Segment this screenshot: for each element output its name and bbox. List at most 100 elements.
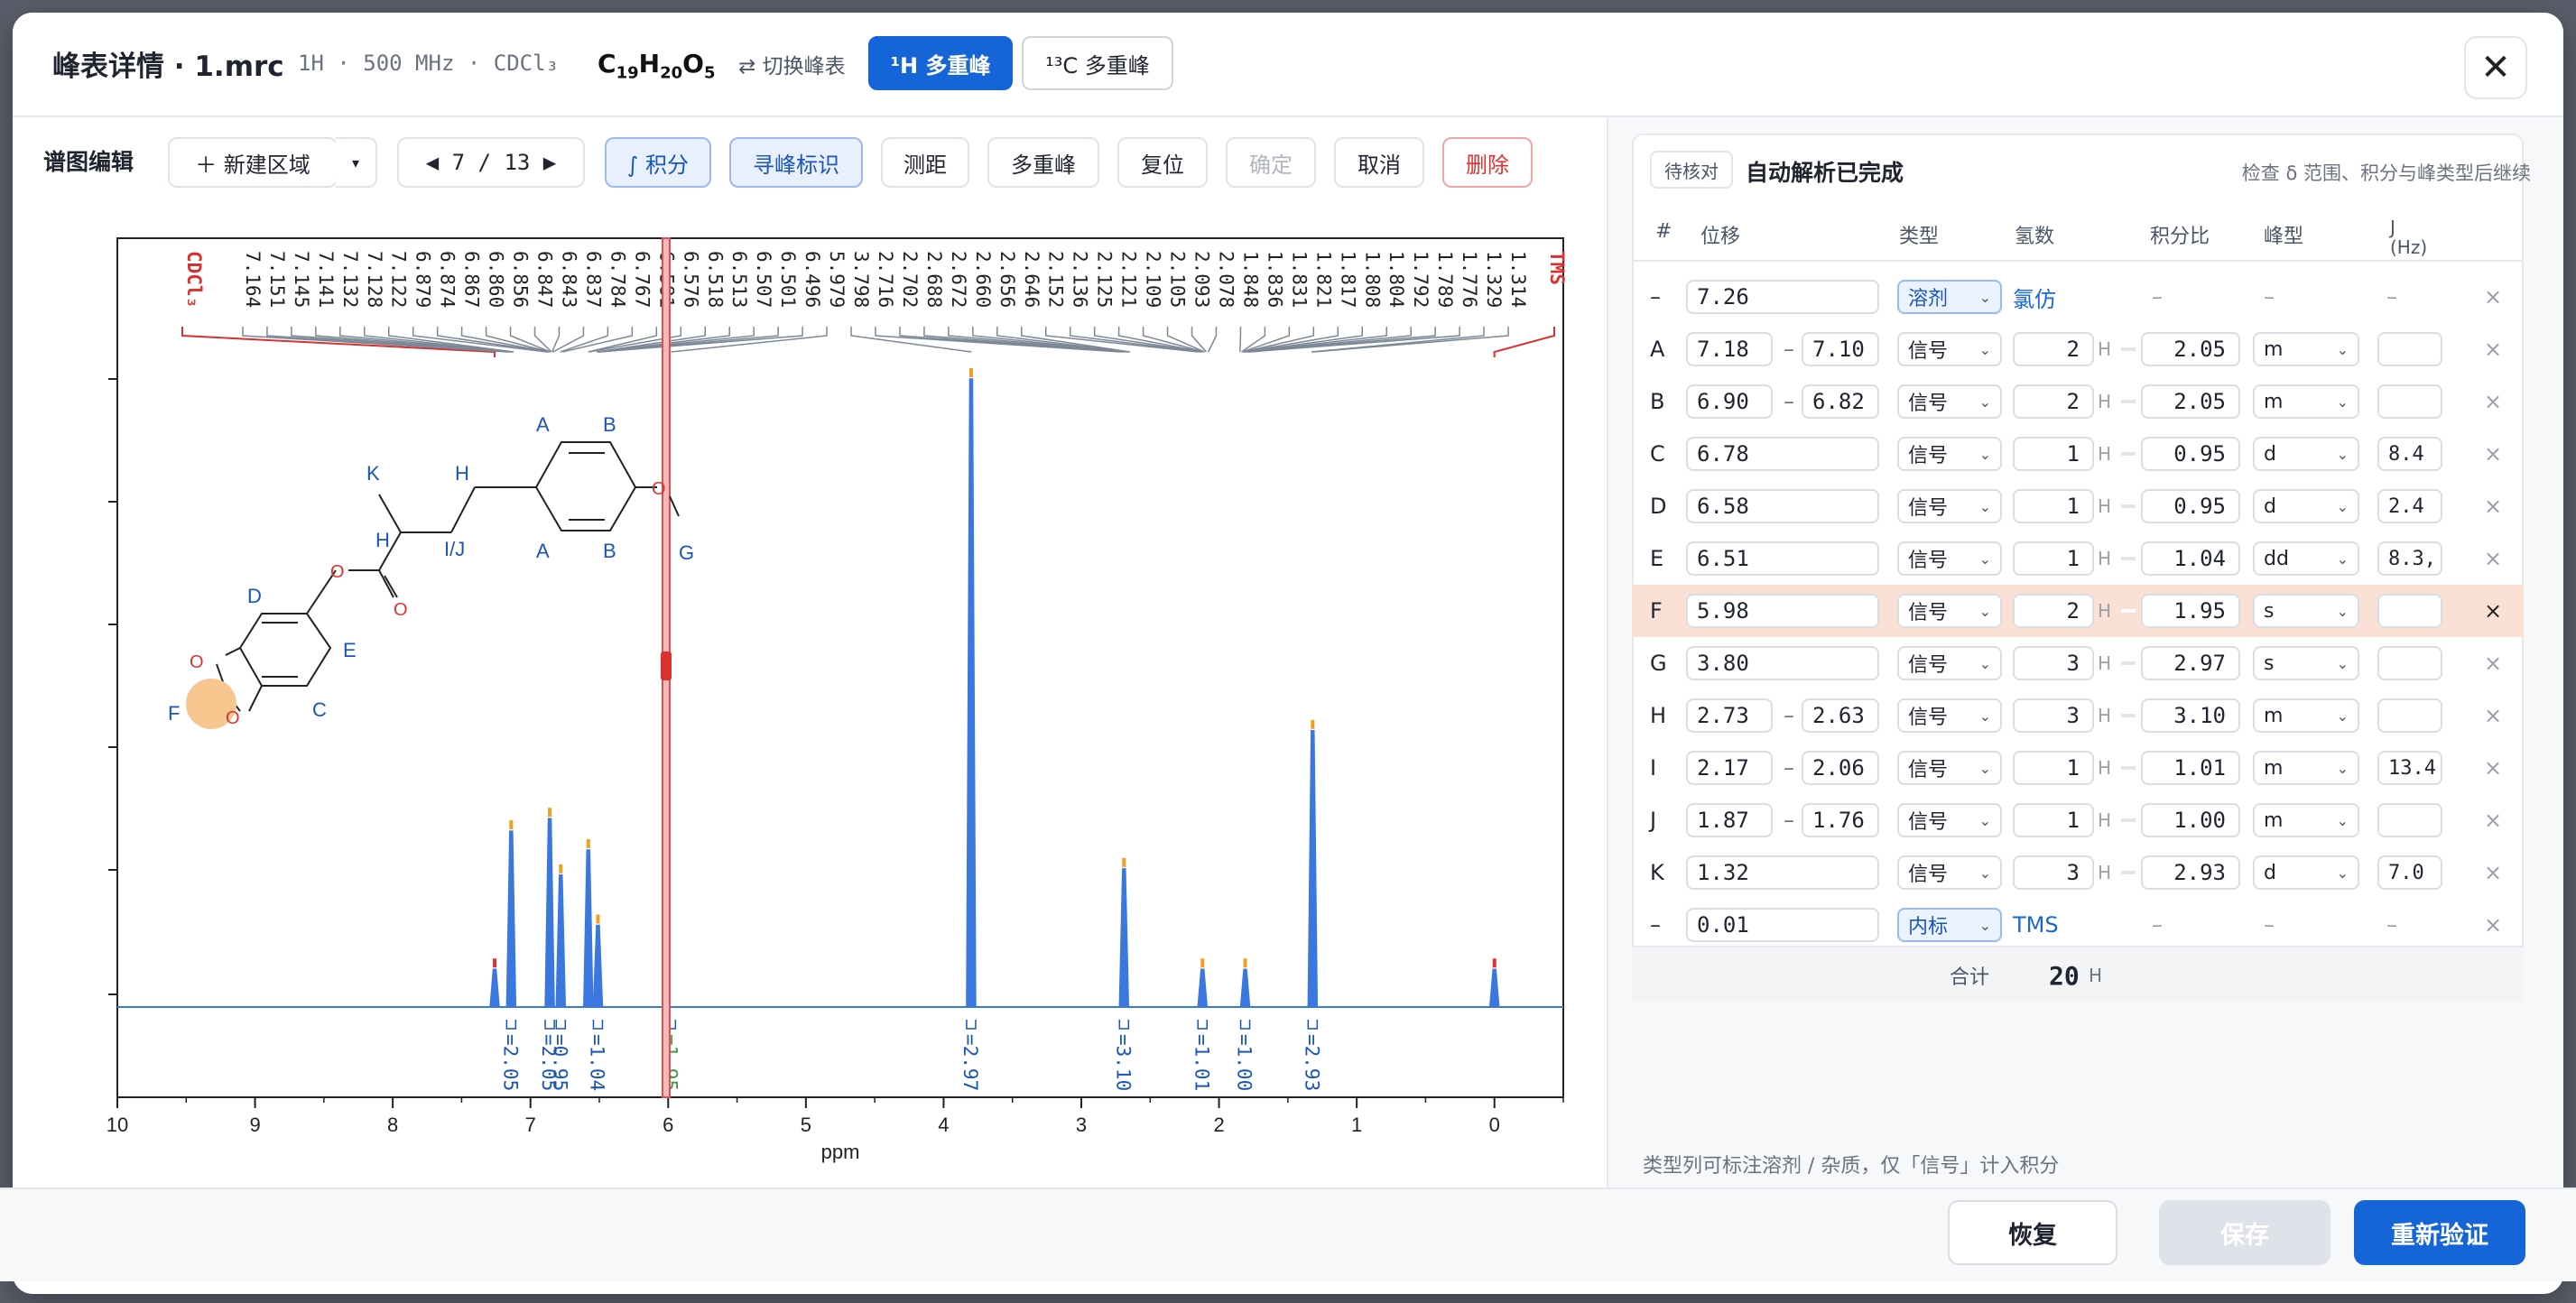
shift-start-input[interactable]: 6.90 [1686,384,1773,419]
shift-end-input[interactable]: 6.82 [1802,384,1879,419]
multiplicity-select[interactable]: s ⌄ [2253,646,2359,680]
remove-row-icon[interactable]: × [2484,899,2502,951]
shift-input[interactable]: 7.26 [1686,280,1879,314]
link-toggle[interactable] [2121,661,2136,665]
j-input[interactable] [2377,594,2442,628]
type-select[interactable]: 溶剂 ⌄ [1897,280,2002,314]
link-toggle[interactable] [2121,347,2136,351]
link-toggle[interactable] [2121,557,2136,560]
multiplicity-select[interactable]: d ⌄ [2253,855,2359,890]
ratio-input[interactable]: 2.05 [2141,384,2240,419]
shift-end-input[interactable]: 2.63 [1802,698,1879,733]
link-toggle[interactable] [2121,871,2136,874]
shift-input[interactable]: 6.51 [1686,541,1879,576]
nmr-spectrum-plot[interactable]: CDCl₃ TMS 7.164 7.151 7.145 7.141 7.132 7.128 7.… [81,226,1598,1182]
j-input[interactable]: 13.4 [2377,751,2442,785]
remove-row-icon[interactable]: × [2484,585,2502,637]
restore-button[interactable]: 恢复 [1948,1200,2117,1265]
remove-row-icon[interactable]: × [2484,637,2502,689]
reset-button[interactable]: 复位 [1117,137,1208,188]
remove-row-icon[interactable]: × [2484,532,2502,585]
table-row[interactable]: –0.01 内标 ⌄ TMS – – – × [1632,899,2524,951]
measure-button[interactable]: 测距 [881,137,969,188]
remove-row-icon[interactable]: × [2484,375,2502,428]
shift-start-input[interactable]: 2.17 [1686,751,1773,785]
revalidate-button[interactable]: 重新验证 [2354,1200,2525,1265]
ratio-input[interactable]: 1.04 [2141,541,2240,576]
shift-input[interactable]: 5.98 [1686,594,1879,628]
chevron-down-icon[interactable]: ▾ [336,137,377,188]
confirm-button[interactable]: 确定 [1226,137,1316,188]
ratio-input[interactable]: 1.01 [2141,751,2240,785]
j-input[interactable] [2377,384,2442,419]
remove-row-icon[interactable]: × [2484,846,2502,899]
table-row[interactable]: –7.26 溶剂 ⌄ 氯仿 – – – × [1632,271,2524,323]
type-select[interactable]: 信号 ⌄ [1897,437,2002,471]
multiplicity-select[interactable]: dd ⌄ [2253,541,2359,576]
cancel-button[interactable]: 取消 [1334,137,1424,188]
link-toggle[interactable] [2121,452,2136,456]
link-toggle[interactable] [2121,609,2136,613]
link-toggle[interactable] [2121,818,2136,822]
close-icon[interactable]: ✕ [2464,36,2527,99]
table-row[interactable]: B 6.90–6.82 信号 ⌄ 2 H 2.05 m ⌄ × [1632,375,2524,428]
link-toggle[interactable] [2121,714,2136,717]
link-toggle[interactable] [2121,766,2136,770]
type-select[interactable]: 信号 ⌄ [1897,751,2002,785]
multiplicity-select[interactable]: d ⌄ [2253,437,2359,471]
shift-input[interactable]: 0.01 [1686,908,1879,942]
h-count-input[interactable]: 2 [2013,594,2094,628]
remove-row-icon[interactable]: × [2484,323,2502,375]
table-row[interactable]: F 5.98 信号 ⌄ 2 H 1.95 s ⌄ × [1632,585,2524,637]
multiplicity-select[interactable]: m ⌄ [2253,332,2359,366]
integrate-button[interactable]: ∫ 积分 [605,137,711,188]
j-input[interactable]: 2.4 [2377,489,2442,523]
table-row[interactable]: D 6.58 信号 ⌄ 1 H 0.95 d ⌄ 2.4 × [1632,480,2524,532]
j-input[interactable]: 7.0 [2377,855,2442,890]
ratio-input[interactable]: 2.05 [2141,332,2240,366]
tab-h-multiplet[interactable]: ¹H 多重峰 [868,36,1013,90]
ratio-input[interactable]: 0.95 [2141,437,2240,471]
multiplicity-select[interactable]: m ⌄ [2253,698,2359,733]
ratio-input[interactable]: 1.00 [2141,803,2240,837]
shift-input[interactable]: 6.58 [1686,489,1879,523]
multiplicity-select[interactable]: m ⌄ [2253,751,2359,785]
delete-button[interactable]: 删除 [1442,137,1533,188]
table-row[interactable]: J 1.87–1.76 信号 ⌄ 1 H 1.00 m ⌄ × [1632,794,2524,846]
h-count-input[interactable]: 1 [2013,541,2094,576]
table-row[interactable]: A 7.18–7.10 信号 ⌄ 2 H 2.05 m ⌄ × [1632,323,2524,375]
tab-c-multiplet[interactable]: ¹³C 多重峰 [1022,36,1173,90]
table-row[interactable]: E 6.51 信号 ⌄ 1 H 1.04 dd ⌄ 8.3, × [1632,532,2524,585]
shift-input[interactable]: 6.78 [1686,437,1879,471]
j-input[interactable] [2377,646,2442,680]
type-select[interactable]: 信号 ⌄ [1897,541,2002,576]
shift-end-input[interactable]: 7.10 [1802,332,1879,366]
shift-end-input[interactable]: 2.06 [1802,751,1879,785]
type-select[interactable]: 信号 ⌄ [1897,594,2002,628]
remove-row-icon[interactable]: × [2484,428,2502,480]
type-select[interactable]: 信号 ⌄ [1897,698,2002,733]
new-region-button[interactable]: ＋ 新建区域 [168,137,338,188]
ratio-input[interactable]: 2.93 [2141,855,2240,890]
type-select[interactable]: 信号 ⌄ [1897,332,2002,366]
ratio-input[interactable]: 3.10 [2141,698,2240,733]
type-select[interactable]: 信号 ⌄ [1897,489,2002,523]
h-count-input[interactable]: 3 [2013,855,2094,890]
link-toggle[interactable] [2121,504,2136,508]
peak-pick-button[interactable]: 寻峰标识 [729,137,863,188]
shift-start-input[interactable]: 1.87 [1686,803,1773,837]
multiplicity-select[interactable]: d ⌄ [2253,489,2359,523]
remove-row-icon[interactable]: × [2484,480,2502,532]
table-row[interactable]: K 1.32 信号 ⌄ 3 H 2.93 d ⌄ 7.0 × [1632,846,2524,899]
remove-row-icon[interactable]: × [2484,271,2502,323]
j-input[interactable]: 8.4 [2377,437,2442,471]
h-count-input[interactable]: 3 [2013,646,2094,680]
type-select[interactable]: 内标 ⌄ [1897,908,2002,942]
j-input[interactable] [2377,803,2442,837]
region-pager[interactable]: ◀ 7 / 13 ▶ [397,137,585,188]
h-count-input[interactable]: 1 [2013,437,2094,471]
j-input[interactable]: 8.3, [2377,541,2442,576]
h-count-input[interactable]: 2 [2013,384,2094,419]
remove-row-icon[interactable]: × [2484,689,2502,742]
type-select[interactable]: 信号 ⌄ [1897,646,2002,680]
